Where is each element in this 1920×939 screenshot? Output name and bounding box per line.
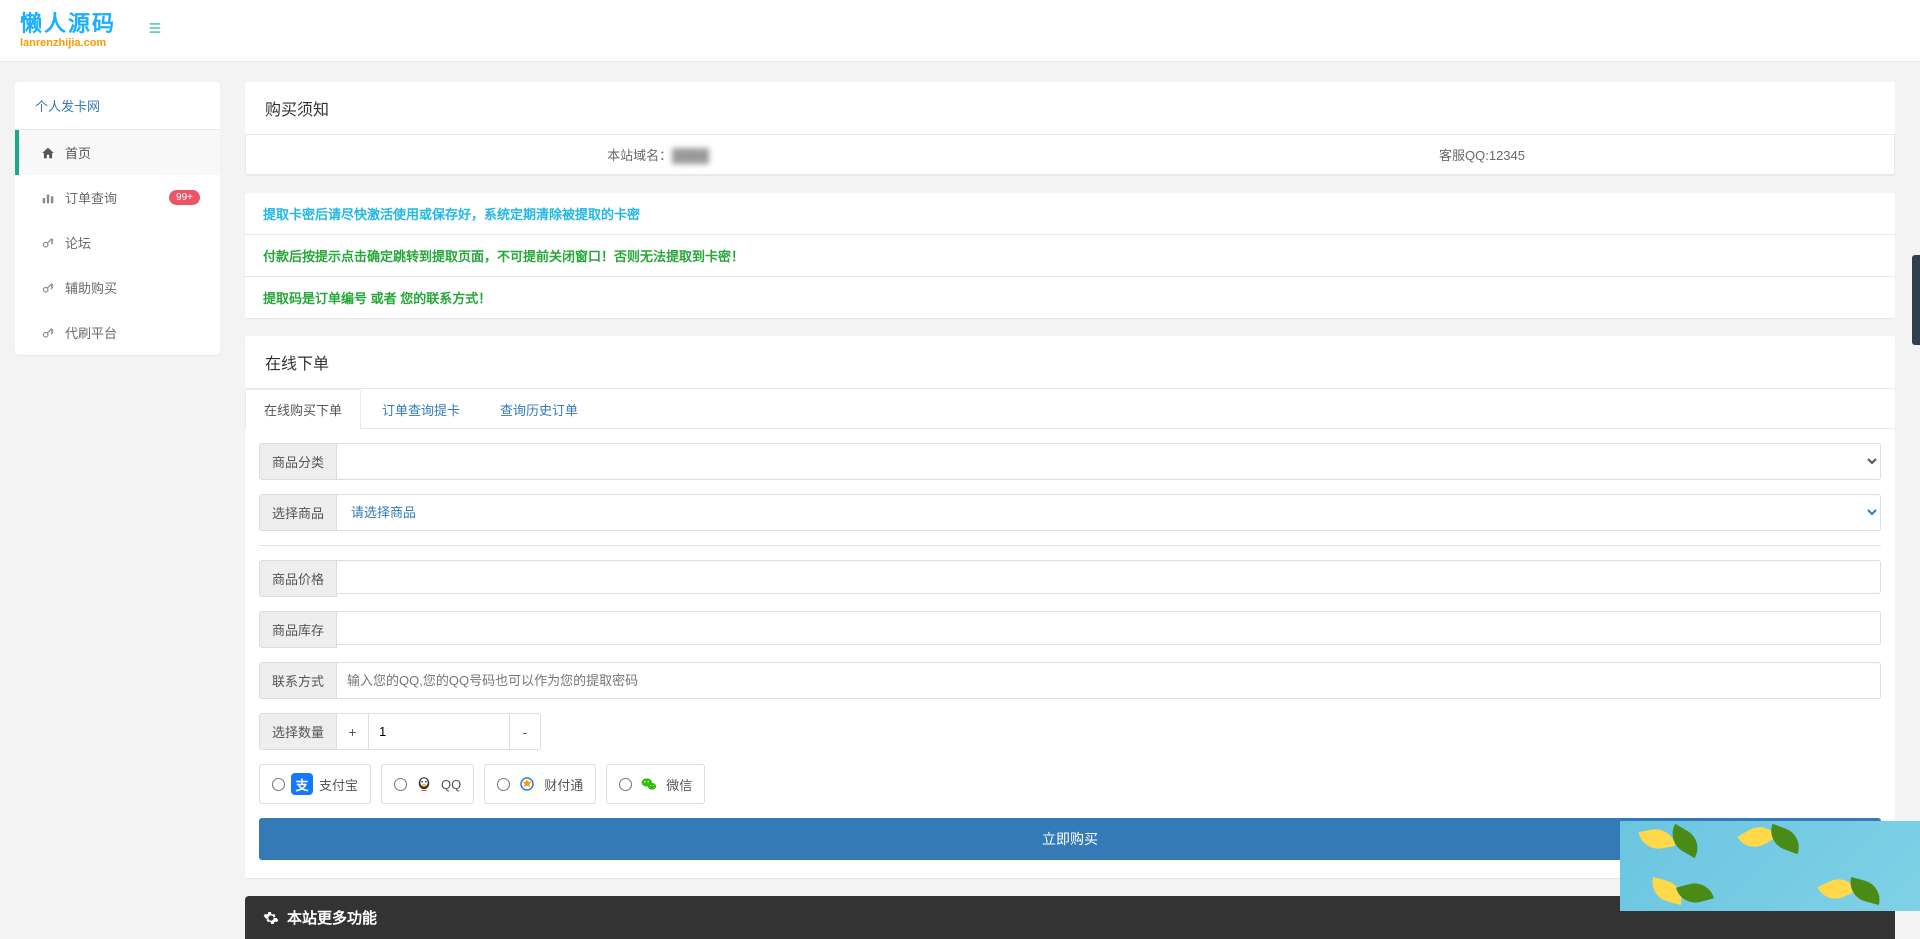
qq-icon xyxy=(413,773,435,795)
notice-row: 提取码是订单编号 或者 您的联系方式！ xyxy=(245,277,1895,318)
product-label: 选择商品 xyxy=(259,494,337,531)
alipay-icon: 支 xyxy=(291,773,313,795)
logo[interactable]: 懒人源码 lanrenzhijia.com xyxy=(20,12,116,48)
sidebar-item-home[interactable]: 首页 xyxy=(15,130,220,175)
sidebar-item-label: 首页 xyxy=(65,143,91,162)
contact-input[interactable] xyxy=(337,662,1881,699)
sidebar-item-label: 论坛 xyxy=(65,233,91,252)
pay-radio[interactable] xyxy=(497,778,510,791)
pay-wechat[interactable]: 微信 xyxy=(606,764,705,804)
qty-minus-button[interactable]: - xyxy=(509,713,541,750)
sidebar-item-assist[interactable]: 辅助购买 xyxy=(15,265,220,310)
notice-row: 提取卡密后请尽快激活使用或保存好，系统定期清除被提取的卡密 xyxy=(245,193,1895,235)
tenpay-icon xyxy=(516,773,538,795)
key-icon xyxy=(39,236,57,250)
order-form: 商品分类 选择商品 请选择商品 商品价格 商品库存 xyxy=(245,429,1895,878)
edge-tab[interactable] xyxy=(1912,255,1920,345)
pay-radio[interactable] xyxy=(394,778,407,791)
key-icon xyxy=(39,281,57,295)
domain-cell: 本站域名：████ xyxy=(246,135,1070,174)
badge: 99+ xyxy=(169,190,200,205)
logo-main: 懒人源码 xyxy=(20,12,116,36)
stock-label: 商品库存 xyxy=(259,611,337,648)
price-value xyxy=(337,560,1881,594)
floating-banner[interactable] xyxy=(1620,821,1920,911)
sidebar: 个人发卡网 首页 订单查询 99+ 论坛 xyxy=(0,62,220,939)
pay-radio[interactable] xyxy=(619,778,632,791)
sidebar-title: 个人发卡网 xyxy=(15,82,220,130)
service-cell: 客服QQ:12345 xyxy=(1070,135,1894,174)
tab-buy[interactable]: 在线购买下单 xyxy=(245,389,361,429)
sidebar-item-forum[interactable]: 论坛 xyxy=(15,220,220,265)
quantity-input[interactable] xyxy=(369,713,509,750)
pay-radio[interactable] xyxy=(272,778,285,791)
price-label: 商品价格 xyxy=(259,560,337,597)
tab-query[interactable]: 订单查询提卡 xyxy=(363,389,479,429)
pay-label: 微信 xyxy=(666,775,692,794)
sidebar-item-label: 订单查询 xyxy=(65,188,117,207)
sidebar-item-proxy[interactable]: 代刷平台 xyxy=(15,310,220,355)
pay-tenpay[interactable]: 财付通 xyxy=(484,764,596,804)
stock-value xyxy=(337,611,1881,645)
pay-label: 财付通 xyxy=(544,775,583,794)
domain-label: 本站域名： xyxy=(607,148,672,163)
category-select[interactable] xyxy=(337,443,1881,480)
pay-label: QQ xyxy=(441,777,461,792)
logo-sub: lanrenzhijia.com xyxy=(20,37,116,49)
menu-toggle-icon[interactable] xyxy=(146,21,164,40)
notice-row: 付款后按提示点击确定跳转到提取页面，不可提前关闭窗口！否则无法提取到卡密！ xyxy=(245,235,1895,277)
payment-options: 支 支付宝 QQ 财付通 xyxy=(259,764,1881,804)
notice-heading: 购买须知 xyxy=(245,82,1895,135)
category-label: 商品分类 xyxy=(259,443,337,480)
sidebar-item-label: 辅助购买 xyxy=(65,278,117,297)
contact-label: 联系方式 xyxy=(259,662,337,699)
qty-plus-button[interactable]: + xyxy=(337,713,369,750)
product-select[interactable]: 请选择商品 xyxy=(337,494,1881,531)
order-heading: 在线下单 xyxy=(245,336,1895,389)
pay-qq[interactable]: QQ xyxy=(381,764,474,804)
sidebar-item-label: 代刷平台 xyxy=(65,323,117,342)
notice-panel: 购买须知 本站域名：████ 客服QQ:12345 xyxy=(245,82,1895,175)
key-icon xyxy=(39,326,57,340)
tab-history[interactable]: 查询历史订单 xyxy=(481,389,597,429)
pay-alipay[interactable]: 支 支付宝 xyxy=(259,764,371,804)
order-tabs: 在线购买下单 订单查询提卡 查询历史订单 xyxy=(245,389,1895,429)
info-row: 本站域名：████ 客服QQ:12345 xyxy=(245,135,1895,175)
main-content: 购买须知 本站域名：████ 客服QQ:12345 提取卡密后请尽快激活使用或保… xyxy=(220,62,1920,939)
domain-value: ████ xyxy=(672,148,709,163)
pay-label: 支付宝 xyxy=(319,775,358,794)
order-panel: 在线下单 在线购买下单 订单查询提卡 查询历史订单 商品分类 选择商品 请选择商… xyxy=(245,336,1895,878)
sidebar-item-orders[interactable]: 订单查询 99+ xyxy=(15,175,220,220)
more-heading-text: 本站更多功能 xyxy=(287,907,377,928)
home-icon xyxy=(39,146,57,160)
notice-list: 提取卡密后请尽快激活使用或保存好，系统定期清除被提取的卡密 付款后按提示点击确定… xyxy=(245,193,1895,318)
wechat-icon xyxy=(638,773,660,795)
separator xyxy=(259,545,1881,546)
chart-icon xyxy=(39,191,57,205)
gear-icon xyxy=(263,910,279,926)
quantity-label: 选择数量 xyxy=(259,713,337,750)
top-header: 懒人源码 lanrenzhijia.com xyxy=(0,0,1920,62)
